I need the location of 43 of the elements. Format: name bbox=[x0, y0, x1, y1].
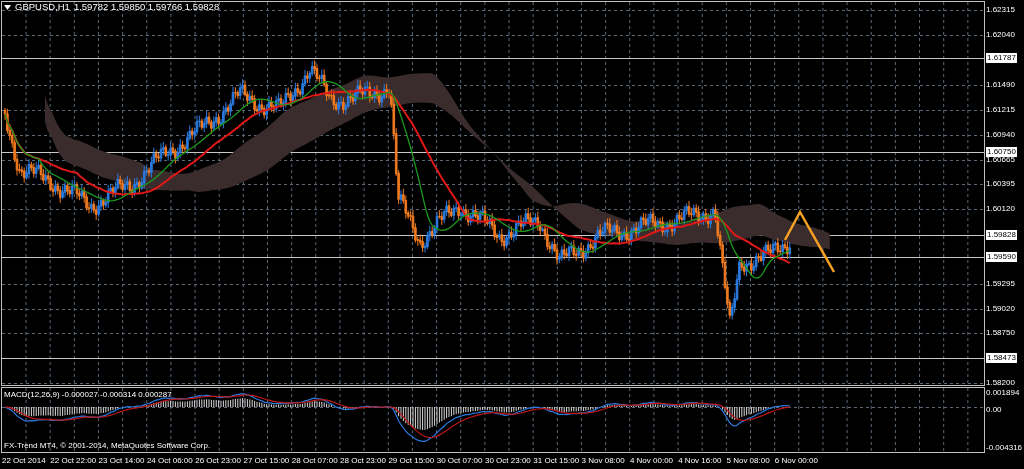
time-axis-label: 22 Oct 2014 bbox=[2, 456, 46, 466]
time-axis-label: 3 Nov 08:00 bbox=[581, 456, 625, 466]
price-level-label: 1.59590 bbox=[986, 252, 1017, 262]
time-axis-label: 28 Oct 23:00 bbox=[340, 456, 386, 466]
dropdown-triangle-icon[interactable] bbox=[4, 4, 11, 10]
price-tick-label: 1.58200 bbox=[986, 378, 1015, 388]
price-tick-label: 1.60940 bbox=[986, 129, 1015, 140]
price-tick-label: 1.62315 bbox=[986, 5, 1015, 15]
price-tick-label: 1.58750 bbox=[986, 328, 1015, 339]
time-axis-label: 29 Oct 15:00 bbox=[388, 456, 435, 466]
price-level-label: 1.59828 bbox=[986, 230, 1017, 241]
time-axis-label: 4 Nov 00:00 bbox=[629, 456, 674, 466]
time-axis-label: 28 Oct 07:00 bbox=[291, 456, 338, 466]
price-tick-label: 1.62040 bbox=[986, 29, 1015, 40]
symbol-label: GBPUSD,H1 bbox=[15, 2, 70, 12]
macd-tick-label: 0.00 bbox=[986, 404, 1002, 415]
macd-tick-label: -0.004316 bbox=[986, 443, 1023, 453]
price-tick-label: 1.61215 bbox=[986, 104, 1015, 115]
time-axis-label: 23 Oct 14:00 bbox=[98, 456, 145, 466]
price-tick-label: 1.60665 bbox=[986, 154, 1015, 165]
time-axis-label: 22 Oct 22:00 bbox=[50, 456, 97, 466]
quote-values: 1.59782 1.59850 1.59766 1.59828 bbox=[73, 2, 220, 12]
price-tick-label: 1.59020 bbox=[986, 303, 1015, 314]
time-axis-label: 27 Oct 15:00 bbox=[243, 456, 290, 466]
time-axis-label: 4 Nov 16:00 bbox=[678, 456, 722, 466]
time-axis-label: 6 Nov 00:00 bbox=[774, 456, 818, 466]
copyright-text: FX-Trend MT4, © 2001-2014, MetaQuotes Software Corp. bbox=[4, 441, 211, 451]
macd-tick-label: 0.001894 bbox=[986, 388, 1020, 398]
forecast-line bbox=[783, 209, 836, 273]
macd-label: MACD(12,26,9) -0.000027 -0.000314 0.000287 bbox=[4, 390, 172, 400]
time-axis-label: 30 Oct 07:00 bbox=[436, 456, 483, 466]
time-axis-label: 24 Oct 06:00 bbox=[146, 456, 193, 466]
price-level-label: 1.61787 bbox=[986, 52, 1017, 63]
price-tick-label: 1.60120 bbox=[986, 203, 1015, 214]
price-level-label: 1.58473 bbox=[986, 353, 1017, 364]
time-axis-label: 5 Nov 08:00 bbox=[726, 456, 770, 466]
time-axis-label: 26 Oct 23:00 bbox=[195, 456, 241, 466]
time-axis-label: 30 Oct 23:00 bbox=[485, 456, 531, 466]
price-tick-label: 1.59295 bbox=[986, 278, 1015, 289]
price-tick-label: 1.60395 bbox=[986, 179, 1015, 190]
price-level-label: 1.60750 bbox=[986, 146, 1017, 157]
time-axis-label: 31 Oct 15:00 bbox=[533, 456, 580, 466]
price-tick-label: 1.61490 bbox=[986, 79, 1015, 90]
